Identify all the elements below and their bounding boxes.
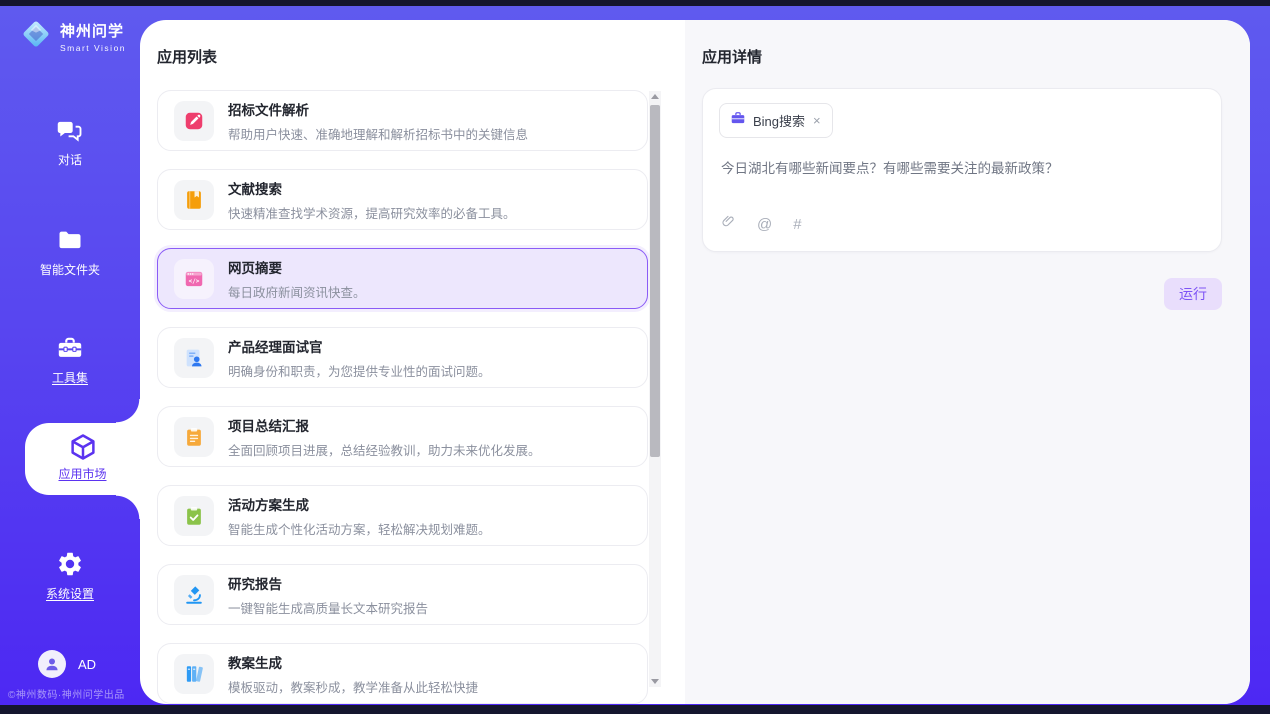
brand-name: 神州问学 [60,20,126,41]
run-button[interactable]: 运行 [1164,278,1222,310]
app-card-desc: 快速精准查找学术资源，提高研究效率的必备工具。 [228,203,516,222]
sidebar-item-label: 对话 [0,151,140,168]
app-card-title: 教案生成 [228,652,478,672]
scrollbar-up-button[interactable] [649,91,661,103]
interview-icon [174,338,214,378]
query-input-card[interactable]: Bing搜索 × 今日湖北有哪些新闻要点？有哪些需要关注的最新政策？ @ # [702,88,1222,252]
app-card-desc: 模板驱动，教案秒成，教学准备从此轻松快捷 [228,677,478,696]
app-card-literature-search[interactable]: 文献搜索 快速精准查找学术资源，提高研究效率的必备工具。 [157,169,648,230]
query-text-input[interactable]: 今日湖北有哪些新闻要点？有哪些需要关注的最新政策？ [721,157,1203,177]
sidebar-item-chat[interactable]: 对话 [0,116,140,168]
app-card-title: 研究报告 [228,573,428,593]
user-account[interactable]: AD [38,650,96,678]
scrollbar-down-button[interactable] [649,675,661,687]
sidebar: 神州问学 Smart Vision 对话 [0,6,140,705]
diamond-logo-icon [20,18,52,55]
svg-text:</>: </> [189,277,200,284]
app-card-title: 招标文件解析 [228,99,528,119]
brand-subtitle: Smart Vision [60,43,126,53]
tool-chip-label: Bing搜索 [753,111,805,130]
brand-logo: 神州问学 Smart Vision [20,18,126,55]
app-card-lesson-plan[interactable]: 教案生成 模板驱动，教案秒成，教学准备从此轻松快捷 [157,643,648,704]
app-card-desc: 明确身份和职责，为您提供专业性的面试问题。 [228,361,491,380]
app-card-title: 活动方案生成 [228,494,491,514]
edit-doc-icon [174,101,214,141]
app-background: 神州问学 Smart Vision 对话 [0,6,1270,705]
cube-icon [25,432,140,462]
avatar [38,650,66,678]
books-icon [174,654,214,694]
toolbox-icon [0,334,140,362]
sidebar-item-label: 工具集 [0,369,140,386]
clipboard-icon [174,417,214,457]
tab-fillet-bottom [116,495,140,519]
user-initials: AD [78,657,96,672]
list-scrollbar[interactable] [649,91,661,687]
app-detail-title: 应用详情 [702,46,762,67]
folder-icon [0,226,140,254]
gear-icon [0,550,140,578]
app-card-title: 项目总结汇报 [228,415,541,435]
app-card-list: 招标文件解析 帮助用户快速、准确地理解和解析招标书中的关键信息 [157,90,648,704]
app-card-desc: 一键智能生成高质量长文本研究报告 [228,598,428,617]
triangle-down-icon [651,679,659,684]
sidebar-item-settings[interactable]: 系统设置 [0,550,140,602]
app-card-desc: 帮助用户快速、准确地理解和解析招标书中的关键信息 [228,124,528,143]
sidebar-item-toolset[interactable]: 工具集 [0,334,140,386]
input-toolbar: @ # [721,213,802,235]
app-card-desc: 智能生成个性化活动方案，轻松解决规划难题。 [228,519,491,538]
app-card-pm-interviewer[interactable]: 产品经理面试官 明确身份和职责，为您提供专业性的面试问题。 [157,327,648,388]
hash-icon[interactable]: # [793,216,801,233]
at-icon[interactable]: @ [757,216,772,233]
app-list-pane: 应用列表 招标文件解析 帮助用户快速、准确地理解和解析招标书 [140,20,685,704]
app-card-event-plan[interactable]: 活动方案生成 智能生成个性化活动方案，轻松解决规划难题。 [157,485,648,546]
app-card-title: 文献搜索 [228,178,516,198]
app-card-web-summary[interactable]: </> 网页摘要 每日政府新闻资讯快查。 [157,248,648,309]
app-list-title: 应用列表 [157,46,217,67]
app-card-title: 产品经理面试官 [228,336,491,356]
sidebar-item-smart-folders[interactable]: 智能文件夹 [0,226,140,278]
briefcase-icon [730,110,746,131]
app-window: 神州问学 Smart Vision 对话 [0,0,1270,714]
person-icon [43,655,61,673]
clipboard-check-icon [174,496,214,536]
book-icon [174,180,214,220]
app-card-desc: 全面回顾项目进展，总结经验教训，助力未来优化发展。 [228,440,541,459]
sidebar-item-app-market[interactable]: 应用市场 [25,423,140,495]
app-card-project-summary[interactable]: 项目总结汇报 全面回顾项目进展，总结经验教训，助力未来优化发展。 [157,406,648,467]
sidebar-item-label: 应用市场 [25,465,140,482]
sidebar-item-label: 智能文件夹 [0,261,140,278]
tool-chip-bing-search[interactable]: Bing搜索 × [719,103,833,138]
sidebar-item-label: 系统设置 [0,585,140,602]
app-detail-pane: 应用详情 Bing搜索 × 今日湖北有哪些新闻要点？ [685,20,1250,704]
bottom-frame-bar [0,705,1270,714]
app-card-research-report[interactable]: 研究报告 一键智能生成高质量长文本研究报告 [157,564,648,625]
microscope-icon [174,575,214,615]
chat-icon [0,116,140,144]
triangle-up-icon [651,94,659,99]
close-icon[interactable]: × [812,114,822,127]
paperclip-icon[interactable] [721,213,736,235]
app-card-title: 网页摘要 [228,257,366,277]
app-card-desc: 每日政府新闻资讯快查。 [228,282,366,301]
scrollbar-thumb[interactable] [650,105,660,457]
browser-icon: </> [174,259,214,299]
copyright-footer: ©神州数码·神州问学出品 [8,686,140,701]
main-panel: 应用列表 招标文件解析 帮助用户快速、准确地理解和解析招标书 [140,20,1250,704]
app-card-bid-doc-analysis[interactable]: 招标文件解析 帮助用户快速、准确地理解和解析招标书中的关键信息 [157,90,648,151]
tab-fillet-top [116,399,140,423]
